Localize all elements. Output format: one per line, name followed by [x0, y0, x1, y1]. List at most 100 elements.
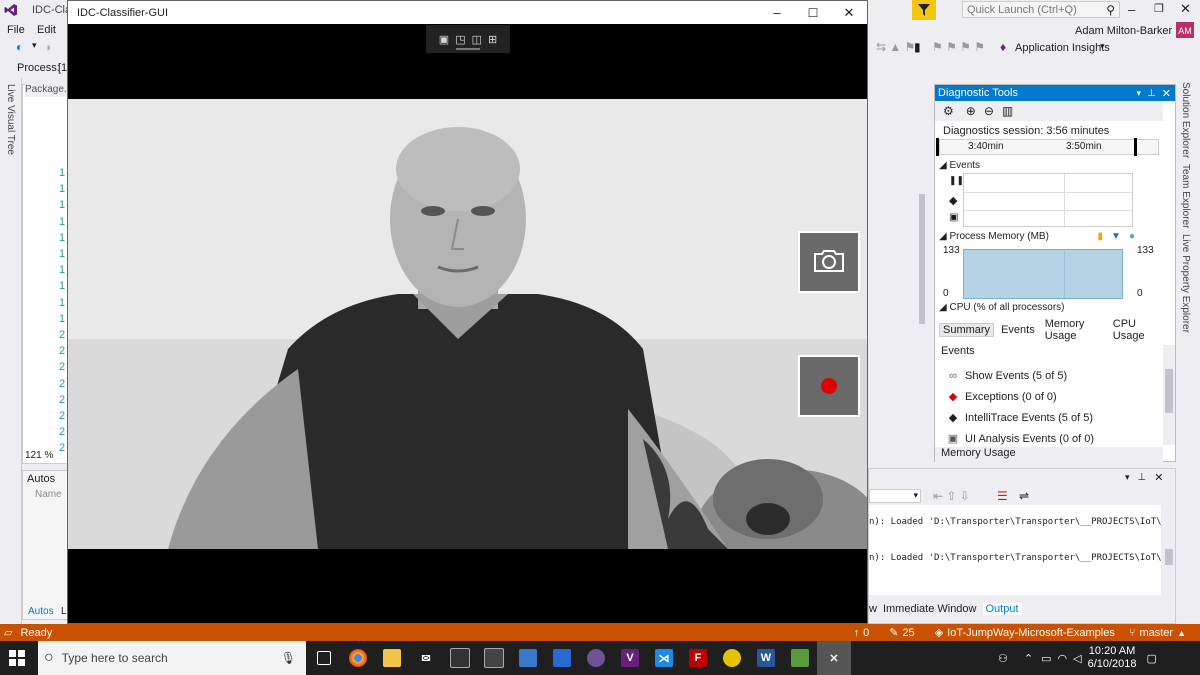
- arrow-up-icon[interactable]: ↑: [854, 627, 860, 639]
- pin-icon[interactable]: ⊥: [1138, 472, 1147, 483]
- list-item[interactable]: ◆ Exceptions (0 of 0): [945, 386, 1155, 407]
- code-editor[interactable]: Package.a 1 1 1 1 1 1 1 1 1 1 2 2 2 2 2 …: [22, 84, 71, 464]
- terminal-icon[interactable]: [443, 641, 477, 675]
- process-dropdown[interactable]: [1: [58, 62, 67, 74]
- chevron-down-icon[interactable]: ▾: [32, 40, 37, 51]
- menu-file[interactable]: File: [7, 24, 25, 36]
- taskbar-search-input[interactable]: ○ Type here to search 🎙: [38, 641, 306, 675]
- cpu-section-header[interactable]: ◢ CPU (% of all processors): [939, 302, 1065, 313]
- people-icon[interactable]: ⚇: [998, 652, 1008, 665]
- wifi-icon[interactable]: ◠: [1058, 652, 1068, 665]
- pin-icon[interactable]: ⊥: [1147, 88, 1156, 99]
- live-property-explorer-tab[interactable]: Live Property Explorer: [1180, 234, 1191, 333]
- app-insights-button[interactable]: Application Insights: [1015, 42, 1110, 54]
- capture-photo-button[interactable]: [798, 231, 860, 293]
- team-explorer-tab[interactable]: Team Explorer: [1180, 164, 1191, 228]
- idc-classifier-taskbar-icon[interactable]: ✕: [817, 641, 851, 675]
- solution-explorer-tab[interactable]: Solution Explorer: [1180, 82, 1191, 158]
- back-icon[interactable]: ◐: [16, 40, 23, 54]
- unpushed-count[interactable]: 0: [863, 627, 869, 639]
- tab-events[interactable]: Events: [998, 324, 1038, 336]
- editor-tab[interactable]: Package.a: [25, 84, 71, 97]
- volume-icon[interactable]: ◁: [1073, 652, 1081, 665]
- vscode-icon[interactable]: ⋊: [647, 641, 681, 675]
- list-item[interactable]: ∞ Show Events (5 of 5): [945, 365, 1155, 386]
- filter-icon[interactable]: [912, 0, 936, 20]
- changes-count[interactable]: 25: [902, 627, 914, 639]
- events-section-header[interactable]: ◢ Events: [939, 160, 980, 171]
- chevron-up-icon[interactable]: ⌃: [1024, 652, 1033, 665]
- memory-usage-header[interactable]: Memory Usage: [935, 447, 1163, 462]
- minimize-button[interactable]: –: [1128, 2, 1135, 17]
- cast-icon[interactable]: ◳: [455, 33, 465, 46]
- events-chart[interactable]: [963, 173, 1133, 228]
- tab-summary[interactable]: Summary: [939, 323, 995, 337]
- maximize-button[interactable]: ☐: [795, 6, 831, 20]
- user-name[interactable]: Adam Milton-Barker: [1075, 25, 1172, 37]
- pause-icon[interactable]: ❚❚: [949, 175, 964, 186]
- record-button[interactable]: [798, 355, 860, 417]
- tablet-app-icon[interactable]: [511, 641, 545, 675]
- event-item-label[interactable]: Exceptions (0 of 0): [965, 391, 1057, 403]
- microphone-icon[interactable]: 🎙: [281, 651, 296, 665]
- pencil-icon[interactable]: ✎: [889, 626, 898, 639]
- output-text[interactable]: n): Loaded 'D:\Transporter\Transporter\_…: [869, 505, 1161, 595]
- notifications-icon[interactable]: ▢: [1147, 652, 1157, 665]
- memory-chart[interactable]: [963, 249, 1123, 299]
- video-settings-icon[interactable]: ▣: [439, 33, 449, 46]
- branch-name[interactable]: master: [1139, 627, 1173, 639]
- scrollbar-thumb[interactable]: [1165, 369, 1173, 413]
- timeline-ruler[interactable]: 3:40min 3:50min: [936, 138, 1159, 156]
- summary-scrollbar[interactable]: [1163, 345, 1175, 445]
- event-item-label[interactable]: IntelliTrace Events (5 of 5): [965, 412, 1093, 424]
- repo-name[interactable]: IoT-JumpWay-Microsoft-Examples: [947, 627, 1115, 639]
- close-button[interactable]: ✕: [1180, 1, 1191, 17]
- toolbar-handle[interactable]: [456, 48, 480, 50]
- filezilla-icon[interactable]: F: [681, 641, 715, 675]
- bookmark-nav-icons[interactable]: ⚑ ⚑ ⚑ ⚑: [932, 40, 985, 54]
- autos-column-name[interactable]: Name: [35, 489, 62, 500]
- list-item[interactable]: ◆ IntelliTrace Events (5 of 5): [945, 407, 1155, 428]
- timeline-end-marker[interactable]: [1134, 138, 1137, 156]
- frame-icon[interactable]: ◫: [472, 33, 482, 46]
- windows-start-icon[interactable]: [0, 641, 34, 675]
- tab-output[interactable]: Output: [982, 603, 1022, 615]
- list-item[interactable]: ▣ UI Analysis Events (0 of 0): [945, 428, 1155, 449]
- bookmark-icon[interactable]: ▮: [914, 40, 921, 54]
- close-button[interactable]: ✕: [831, 5, 867, 21]
- output-toolbar-icons[interactable]: ⇤ ⇧ ⇩: [933, 489, 970, 503]
- zoom-out-icon[interactable]: ⊖: [984, 104, 994, 118]
- clear-all-icon[interactable]: ☰: [997, 489, 1008, 503]
- tab-cpu-usage[interactable]: CPU Usage: [1110, 318, 1161, 342]
- timeline-start-marker[interactable]: [936, 138, 939, 156]
- word-icon[interactable]: W: [749, 641, 783, 675]
- repo-icon[interactable]: ◈: [935, 626, 943, 639]
- clock[interactable]: 10:20 AM 6/10/2018: [1088, 645, 1137, 671]
- close-icon[interactable]: ✕: [1162, 87, 1171, 100]
- zoom-level[interactable]: 121 %: [25, 450, 53, 461]
- network-app-icon[interactable]: [545, 641, 579, 675]
- menu-edit[interactable]: Edit: [37, 24, 56, 36]
- editor-scrollbar[interactable]: [916, 84, 930, 462]
- dropdown-icon[interactable]: ▾: [1125, 472, 1130, 483]
- event-item-label[interactable]: UI Analysis Events (0 of 0): [965, 433, 1094, 445]
- task-view-icon[interactable]: [307, 641, 341, 675]
- event-item-label[interactable]: Show Events (5 of 5): [965, 370, 1067, 382]
- visual-studio-icon[interactable]: V: [613, 641, 647, 675]
- chrome-icon[interactable]: [341, 641, 375, 675]
- tab-watch[interactable]: w: [869, 603, 877, 615]
- battery-icon[interactable]: ▭: [1041, 652, 1051, 665]
- tab-autos[interactable]: Autos: [28, 606, 54, 617]
- file-explorer-icon[interactable]: [375, 641, 409, 675]
- branch-icon[interactable]: ⑂: [1129, 627, 1136, 639]
- github-icon[interactable]: [579, 641, 613, 675]
- close-icon[interactable]: ✕: [1154, 471, 1163, 484]
- zoom-in-icon[interactable]: ⊕: [966, 104, 976, 118]
- tab-memory-usage[interactable]: Memory Usage: [1042, 318, 1106, 342]
- tab-immediate-window[interactable]: Immediate Window: [883, 603, 977, 615]
- app-insights-chevron-icon[interactable]: ▾: [1100, 41, 1105, 52]
- window-app-icon[interactable]: [477, 641, 511, 675]
- image-app-icon[interactable]: [783, 641, 817, 675]
- chevron-up-icon[interactable]: ▲: [1177, 628, 1186, 638]
- gear-icon[interactable]: ⚙: [943, 104, 954, 118]
